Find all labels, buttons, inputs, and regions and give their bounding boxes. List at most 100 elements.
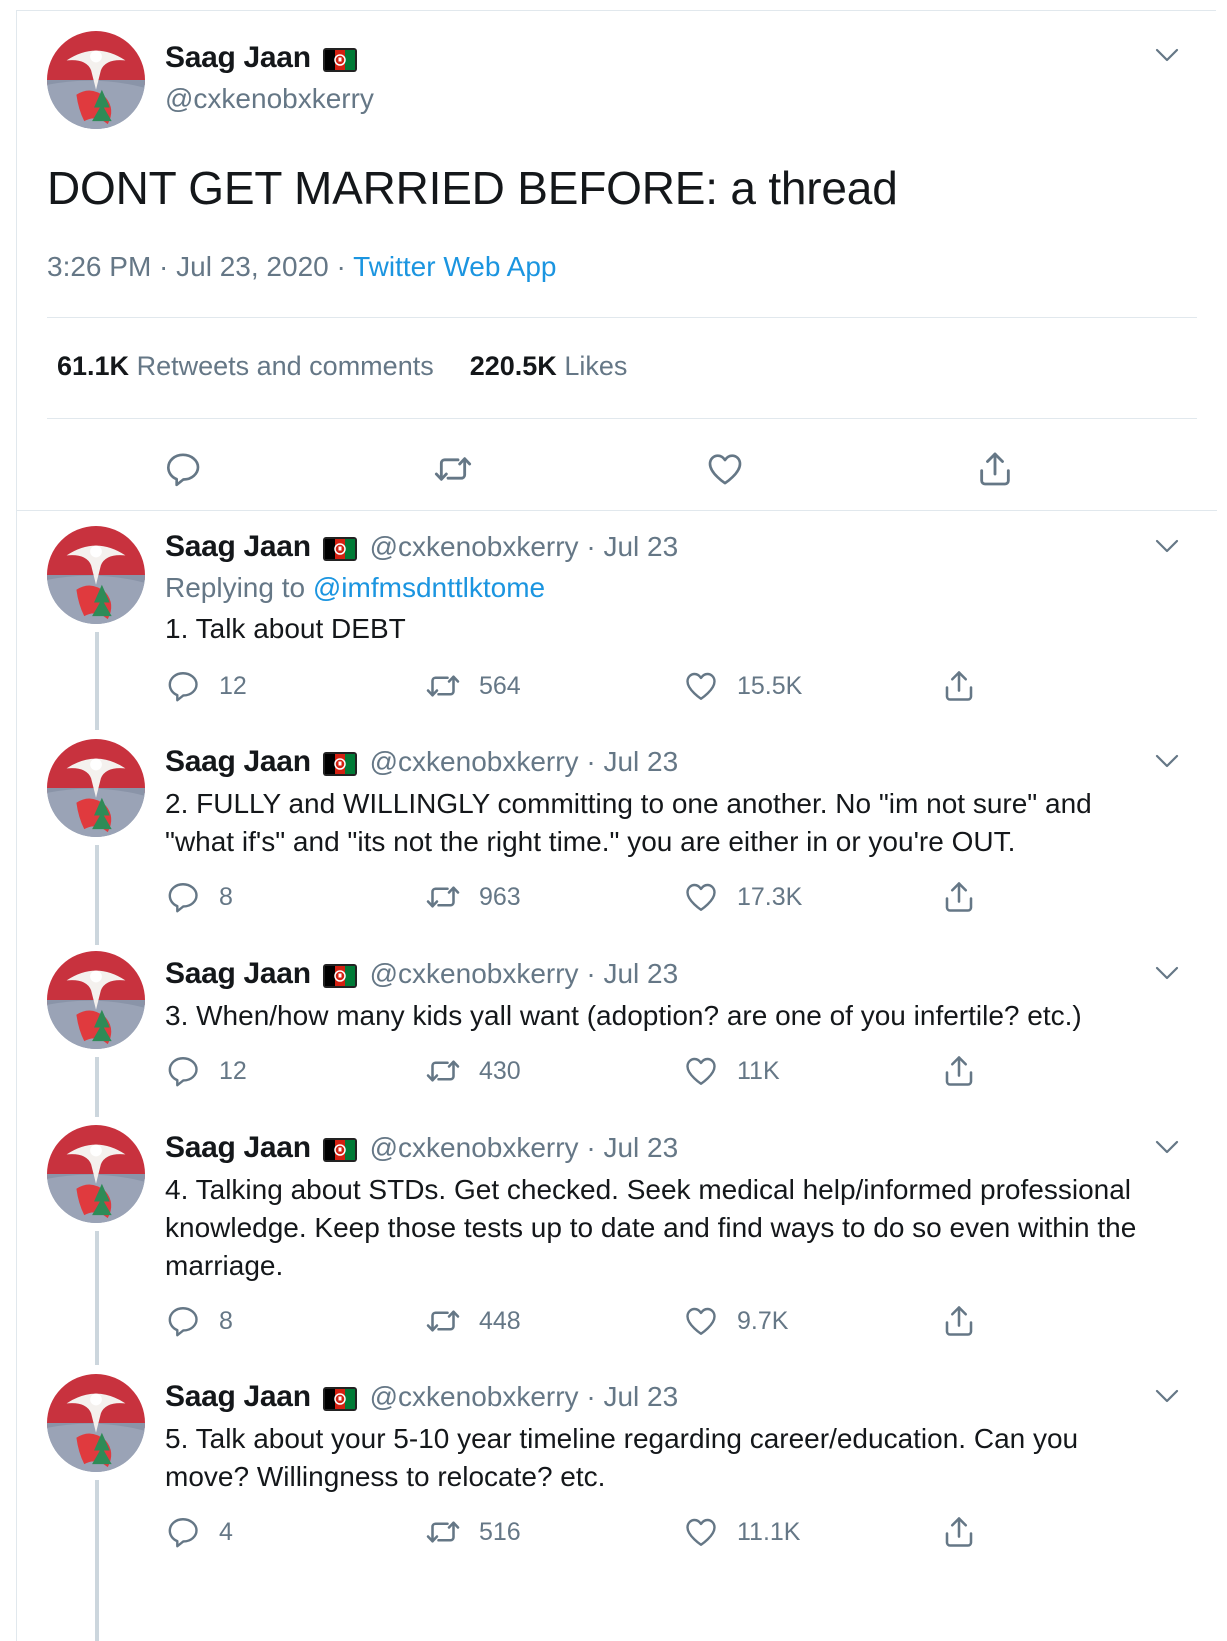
avatar[interactable] [47, 1125, 145, 1223]
tweet-actions: 8 448 9.7K [165, 1303, 1165, 1343]
author-name[interactable]: Saag Jaan [165, 1131, 311, 1164]
author-name-line[interactable]: Saag Jaan [165, 41, 357, 75]
reply-icon[interactable] [165, 879, 201, 915]
retweets-stat[interactable]: 61.1K Retweets and comments [57, 351, 434, 381]
like-action[interactable]: 11.1K [683, 1514, 800, 1550]
avatar[interactable] [47, 1374, 145, 1472]
like-count: 15.5K [737, 671, 803, 700]
like-icon[interactable] [705, 449, 745, 489]
avatar[interactable] [47, 951, 145, 1049]
like-icon[interactable] [683, 879, 719, 915]
chevron-down-icon[interactable] [1155, 965, 1179, 981]
share-icon[interactable] [941, 879, 977, 915]
tweet-actions: 12 564 15.5K [165, 668, 1165, 708]
retweet-icon[interactable] [425, 1303, 461, 1339]
retweet-count: 516 [479, 1517, 521, 1546]
afghan-flag-icon [323, 537, 357, 561]
share-icon[interactable] [941, 1053, 977, 1089]
tweet-timestamp[interactable]: 3:26 PM · Jul 23, 2020 · [47, 251, 353, 282]
like-icon[interactable] [683, 668, 719, 704]
thread-line [95, 845, 99, 945]
share-action[interactable] [941, 1514, 977, 1550]
share-action[interactable] [941, 879, 977, 915]
author-name[interactable]: Saag Jaan [165, 1380, 311, 1413]
reply-count: 12 [219, 671, 247, 700]
likes-stat[interactable]: 220.5K Likes [470, 351, 628, 381]
share-icon[interactable] [941, 668, 977, 704]
reply-count: 4 [219, 1517, 233, 1546]
divider [47, 418, 1197, 419]
tweet-text: 4. Talking about STDs. Get checked. Seek… [165, 1174, 1137, 1281]
share-icon[interactable] [975, 449, 1015, 489]
author-name[interactable]: Saag Jaan [165, 745, 311, 778]
tweet-text: 5. Talk about your 5-10 year timeline re… [165, 1423, 1079, 1492]
likes-count: 220.5K [469, 351, 557, 381]
retweet-action[interactable]: 516 [425, 1514, 521, 1550]
retweet-icon[interactable] [425, 668, 461, 704]
retweet-icon[interactable] [425, 1514, 461, 1550]
retweet-action[interactable]: 564 [425, 668, 521, 704]
share-icon[interactable] [941, 1303, 977, 1339]
author-handle[interactable]: @cxkenobxkerry [165, 83, 374, 115]
main-tweet[interactable]: Saag Jaan @cxkenobxkerry DONT GET MARRIE… [17, 11, 1217, 511]
reply-icon[interactable] [165, 1514, 201, 1550]
tweet-actions: 4 516 11.1K [165, 1514, 1165, 1554]
like-action[interactable]: 9.7K [683, 1303, 788, 1339]
share-action[interactable] [941, 1303, 977, 1339]
thread-reply[interactable]: Saag Jaan @cxkenobxkerry · Jul 23 3. Whe… [17, 941, 1217, 1117]
author-handle-date[interactable]: @cxkenobxkerry · Jul 23 [370, 1381, 679, 1412]
avatar[interactable] [47, 526, 145, 624]
chevron-down-icon[interactable] [1155, 1139, 1179, 1155]
author-name[interactable]: Saag Jaan [165, 957, 311, 990]
chevron-down-icon[interactable] [1155, 47, 1179, 63]
tweet-text: 2. FULLY and WILLINGLY committing to one… [165, 788, 1092, 857]
avatar[interactable] [47, 739, 145, 837]
retweet-action[interactable]: 448 [425, 1303, 521, 1339]
reply-action[interactable]: 8 [165, 1303, 233, 1339]
like-action[interactable]: 15.5K [683, 668, 802, 704]
author-handle-date[interactable]: @cxkenobxkerry · Jul 23 [370, 958, 679, 989]
reply-icon[interactable] [165, 1303, 201, 1339]
reply-icon[interactable] [165, 668, 201, 704]
retweet-icon[interactable] [425, 879, 461, 915]
like-icon[interactable] [683, 1514, 719, 1550]
avatar[interactable] [47, 31, 145, 129]
share-icon[interactable] [941, 1514, 977, 1550]
reply-count: 8 [219, 882, 233, 911]
thread-reply[interactable]: Saag Jaan @cxkenobxkerry · Jul 23 4. Tal… [17, 1115, 1217, 1365]
author-name[interactable]: Saag Jaan [165, 530, 311, 563]
reply-action[interactable]: 12 [165, 1053, 247, 1089]
retweet-icon[interactable] [425, 1053, 461, 1089]
tweet-source-link[interactable]: Twitter Web App [353, 251, 556, 282]
thread-reply[interactable]: Saag Jaan @cxkenobxkerry · Jul 23 Replyi… [17, 514, 1217, 730]
reply-action[interactable]: 12 [165, 668, 247, 704]
chevron-down-icon[interactable] [1155, 1388, 1179, 1404]
like-icon[interactable] [683, 1053, 719, 1089]
reply-icon[interactable] [165, 1053, 201, 1089]
retweet-icon[interactable] [433, 449, 473, 489]
thread-line [95, 632, 99, 730]
like-action[interactable]: 17.3K [683, 879, 802, 915]
share-action[interactable] [941, 1053, 977, 1089]
replying-to-link[interactable]: @imfmsdnttlktome [313, 572, 545, 603]
retweet-action[interactable]: 430 [425, 1053, 521, 1089]
author-name-line: Saag Jaan @cxkenobxkerry · Jul 23 [165, 957, 678, 991]
like-action[interactable]: 11K [683, 1053, 780, 1089]
author-handle-date[interactable]: @cxkenobxkerry · Jul 23 [370, 1132, 679, 1163]
reply-icon[interactable] [163, 449, 203, 489]
author-name-line: Saag Jaan @cxkenobxkerry · Jul 23 [165, 530, 678, 564]
thread-reply[interactable]: Saag Jaan @cxkenobxkerry · Jul 23 5. Tal… [17, 1364, 1217, 1641]
author-handle-date[interactable]: @cxkenobxkerry · Jul 23 [370, 746, 679, 777]
reply-action[interactable]: 8 [165, 879, 233, 915]
share-action[interactable] [941, 668, 977, 704]
chevron-down-icon[interactable] [1155, 753, 1179, 769]
thread-reply[interactable]: Saag Jaan @cxkenobxkerry · Jul 23 2. FUL… [17, 729, 1217, 945]
chevron-down-icon[interactable] [1155, 538, 1179, 554]
like-icon[interactable] [683, 1303, 719, 1339]
author-name[interactable]: Saag Jaan [165, 41, 311, 74]
tweet-actions: 8 963 17.3K [165, 879, 1165, 919]
retweet-action[interactable]: 963 [425, 879, 521, 915]
reply-action[interactable]: 4 [165, 1514, 233, 1550]
author-handle-date[interactable]: @cxkenobxkerry · Jul 23 [370, 531, 679, 562]
retweets-label: Retweets and comments [136, 351, 434, 381]
